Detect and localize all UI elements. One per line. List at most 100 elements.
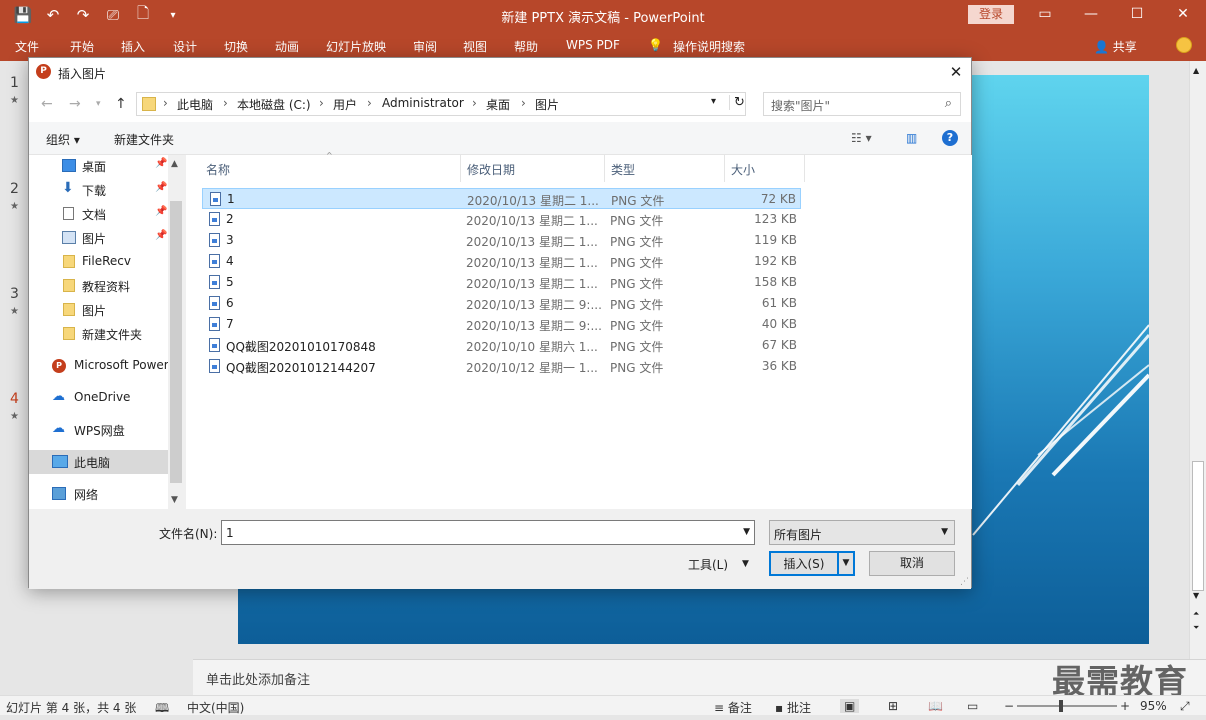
back-icon[interactable]: ← — [41, 96, 53, 112]
tab-transitions[interactable]: 切换 — [224, 38, 248, 55]
notes-toggle-button[interactable]: ≡ 备注 — [714, 699, 752, 716]
breadcrumb-pictures[interactable]: 图片 — [535, 96, 559, 113]
redo-icon[interactable]: ↷ — [68, 4, 98, 26]
present-from-start-icon[interactable]: ⎚ — [98, 4, 128, 26]
share-button[interactable]: 👤 共享 — [1094, 38, 1137, 55]
language-status[interactable]: 中文(中国) — [187, 699, 244, 716]
scroll-down-icon[interactable]: ▼ — [171, 495, 178, 505]
tab-design[interactable]: 设计 — [173, 38, 197, 55]
scroll-up-icon[interactable]: ▲ — [171, 159, 178, 169]
nav-item-wps-cloud[interactable]: ☁ WPS网盘 — [29, 418, 168, 442]
search-box[interactable]: 搜索"图片" ⌕ — [763, 92, 961, 116]
breadcrumb-administrator[interactable]: Administrator — [382, 96, 464, 110]
breadcrumb-separator-icon[interactable]: › — [367, 96, 372, 110]
undo-icon[interactable]: ↶ — [38, 4, 68, 26]
tab-view[interactable]: 视图 — [463, 38, 487, 55]
help-icon[interactable]: ? — [942, 130, 958, 146]
spell-check-icon[interactable]: 🕮 — [155, 699, 169, 720]
save-icon[interactable]: 💾 — [8, 4, 38, 26]
column-header-name[interactable]: 名称 ^ — [200, 151, 461, 182]
filename-input[interactable]: 1 ▼ — [221, 520, 755, 545]
tab-review[interactable]: 审阅 — [413, 38, 437, 55]
customize-qat-icon[interactable]: ▾ — [158, 4, 188, 26]
recent-locations-icon[interactable]: ▾ — [96, 99, 101, 109]
tab-wps-pdf[interactable]: WPS PDF — [566, 38, 620, 52]
file-list[interactable]: 名称 ^ 修改日期 类型 大小 1 2020/10/13 星期二 1... PN… — [186, 151, 972, 509]
ribbon-display-options-icon[interactable]: ▭ — [1022, 0, 1068, 30]
tools-button[interactable]: 工具(L) — [688, 556, 728, 573]
tab-file[interactable]: 文件 — [15, 38, 39, 55]
insert-options-dropdown-icon[interactable]: ▼ — [838, 551, 855, 576]
tab-animations[interactable]: 动画 — [275, 38, 299, 55]
column-header-date[interactable]: 修改日期 — [461, 155, 605, 182]
file-row[interactable]: QQ截图20201010170848 2020/10/10 星期六 1... P… — [202, 335, 801, 356]
file-row[interactable]: 6 2020/10/13 星期二 9:... PNG 文件 61 KB — [202, 293, 801, 314]
file-row[interactable]: 7 2020/10/13 星期二 9:... PNG 文件 40 KB — [202, 314, 801, 335]
fit-to-window-icon[interactable]: ⤢ — [1180, 699, 1190, 714]
file-row[interactable]: 4 2020/10/13 星期二 1... PNG 文件 192 KB — [202, 251, 801, 272]
editor-vertical-scrollbar[interactable]: ▲ ▼ ⏶ ⏷ — [1189, 61, 1206, 659]
login-button[interactable]: 登录 — [968, 5, 1014, 24]
nav-item-documents[interactable]: 文档 📌 — [29, 202, 168, 226]
breadcrumb-separator-icon[interactable]: › — [521, 96, 526, 110]
file-row[interactable]: 1 2020/10/13 星期二 1... PNG 文件 72 KB — [202, 188, 801, 209]
breadcrumb-this-pc[interactable]: 此电脑 — [177, 96, 213, 113]
tab-home[interactable]: 开始 — [70, 38, 94, 55]
address-bar[interactable]: › 此电脑 › 本地磁盘 (C:) › 用户 › Administrator ›… — [136, 92, 746, 116]
nav-item-microsoft-powerpoint[interactable]: P Microsoft Power — [29, 354, 169, 378]
column-header-size[interactable]: 大小 — [725, 155, 805, 182]
file-row[interactable]: QQ截图20201012144207 2020/10/12 星期一 1... P… — [202, 356, 801, 377]
nav-item-downloads[interactable]: ⬇ 下载 📌 — [29, 178, 168, 202]
nav-item-new-folder[interactable]: 新建文件夹 — [29, 322, 168, 346]
nav-item-filerecv[interactable]: FileRecv — [29, 250, 168, 274]
file-row[interactable]: 5 2020/10/13 星期二 1... PNG 文件 158 KB — [202, 272, 801, 293]
preview-pane-icon[interactable]: ▥ — [906, 131, 917, 145]
scroll-down-icon[interactable]: ▼ — [1193, 591, 1199, 600]
close-window-button[interactable]: ✕ — [1160, 0, 1206, 30]
reading-view-icon[interactable]: 📖 — [928, 699, 943, 713]
file-type-filter[interactable]: 所有图片 ▼ — [769, 520, 955, 545]
tab-help[interactable]: 帮助 — [514, 38, 538, 55]
navigation-pane[interactable]: 桌面 📌 ⬇ 下载 📌 文档 📌 图片 📌 FileRecv 教程资料 图片 新… — [29, 155, 184, 509]
tools-dropdown-icon[interactable]: ▼ — [742, 559, 749, 569]
zoom-out-button[interactable]: − — [1004, 699, 1014, 713]
file-row[interactable]: 2 2020/10/13 星期二 1... PNG 文件 123 KB — [202, 209, 801, 230]
nav-item-pictures-folder[interactable]: 图片 — [29, 298, 168, 322]
nav-item-desktop[interactable]: 桌面 📌 — [29, 155, 168, 178]
chevron-down-icon[interactable]: ▼ — [743, 527, 750, 537]
slide-number-1[interactable]: 1 — [10, 75, 19, 91]
resize-grip-icon[interactable]: ⋰ — [960, 577, 969, 587]
new-folder-button[interactable]: 新建文件夹 — [114, 131, 174, 148]
slide-number-4[interactable]: 4 — [10, 391, 19, 407]
breadcrumb-separator-icon[interactable]: › — [472, 96, 477, 110]
tab-insert[interactable]: 插入 — [121, 38, 145, 55]
scroll-up-icon[interactable]: ▲ — [1193, 66, 1199, 75]
change-view-icon[interactable]: ☷ ▾ — [851, 131, 872, 145]
breadcrumb-users[interactable]: 用户 — [333, 96, 357, 113]
address-history-icon[interactable]: ▾ — [711, 96, 716, 107]
zoom-level[interactable]: 95% — [1140, 699, 1167, 713]
nav-item-tutorials[interactable]: 教程资料 — [29, 274, 168, 298]
slideshow-view-icon[interactable]: ▭ — [967, 699, 978, 713]
up-folder-icon[interactable]: ↑ — [115, 96, 127, 112]
breadcrumb-desktop[interactable]: 桌面 — [486, 96, 510, 113]
chevron-down-icon[interactable]: ▼ — [941, 527, 948, 537]
feedback-smiley-icon[interactable] — [1176, 37, 1192, 53]
nav-scroll-thumb[interactable] — [170, 201, 182, 483]
breadcrumb-separator-icon[interactable]: › — [319, 96, 324, 110]
forward-icon[interactable]: → — [69, 96, 81, 112]
organize-button[interactable]: 组织 ▾ — [46, 131, 80, 148]
refresh-icon[interactable]: ↻ — [729, 95, 745, 110]
zoom-slider[interactable] — [1017, 705, 1117, 707]
zoom-slider-thumb[interactable] — [1059, 700, 1063, 712]
zoom-in-button[interactable]: + — [1120, 699, 1130, 713]
tab-slideshow[interactable]: 幻灯片放映 — [326, 38, 386, 55]
restore-button[interactable]: ☐ — [1114, 0, 1160, 30]
tell-me-search[interactable]: 操作说明搜索 — [673, 38, 745, 55]
slide-number-2[interactable]: 2 — [10, 181, 19, 197]
previous-slide-icon[interactable]: ⏶ — [1193, 609, 1199, 619]
breadcrumb-local-disk[interactable]: 本地磁盘 (C:) — [237, 96, 311, 113]
comments-toggle-button[interactable]: ▪ 批注 — [775, 699, 811, 716]
file-row[interactable]: 3 2020/10/13 星期二 1... PNG 文件 119 KB — [202, 230, 801, 251]
next-slide-icon[interactable]: ⏷ — [1193, 623, 1199, 633]
